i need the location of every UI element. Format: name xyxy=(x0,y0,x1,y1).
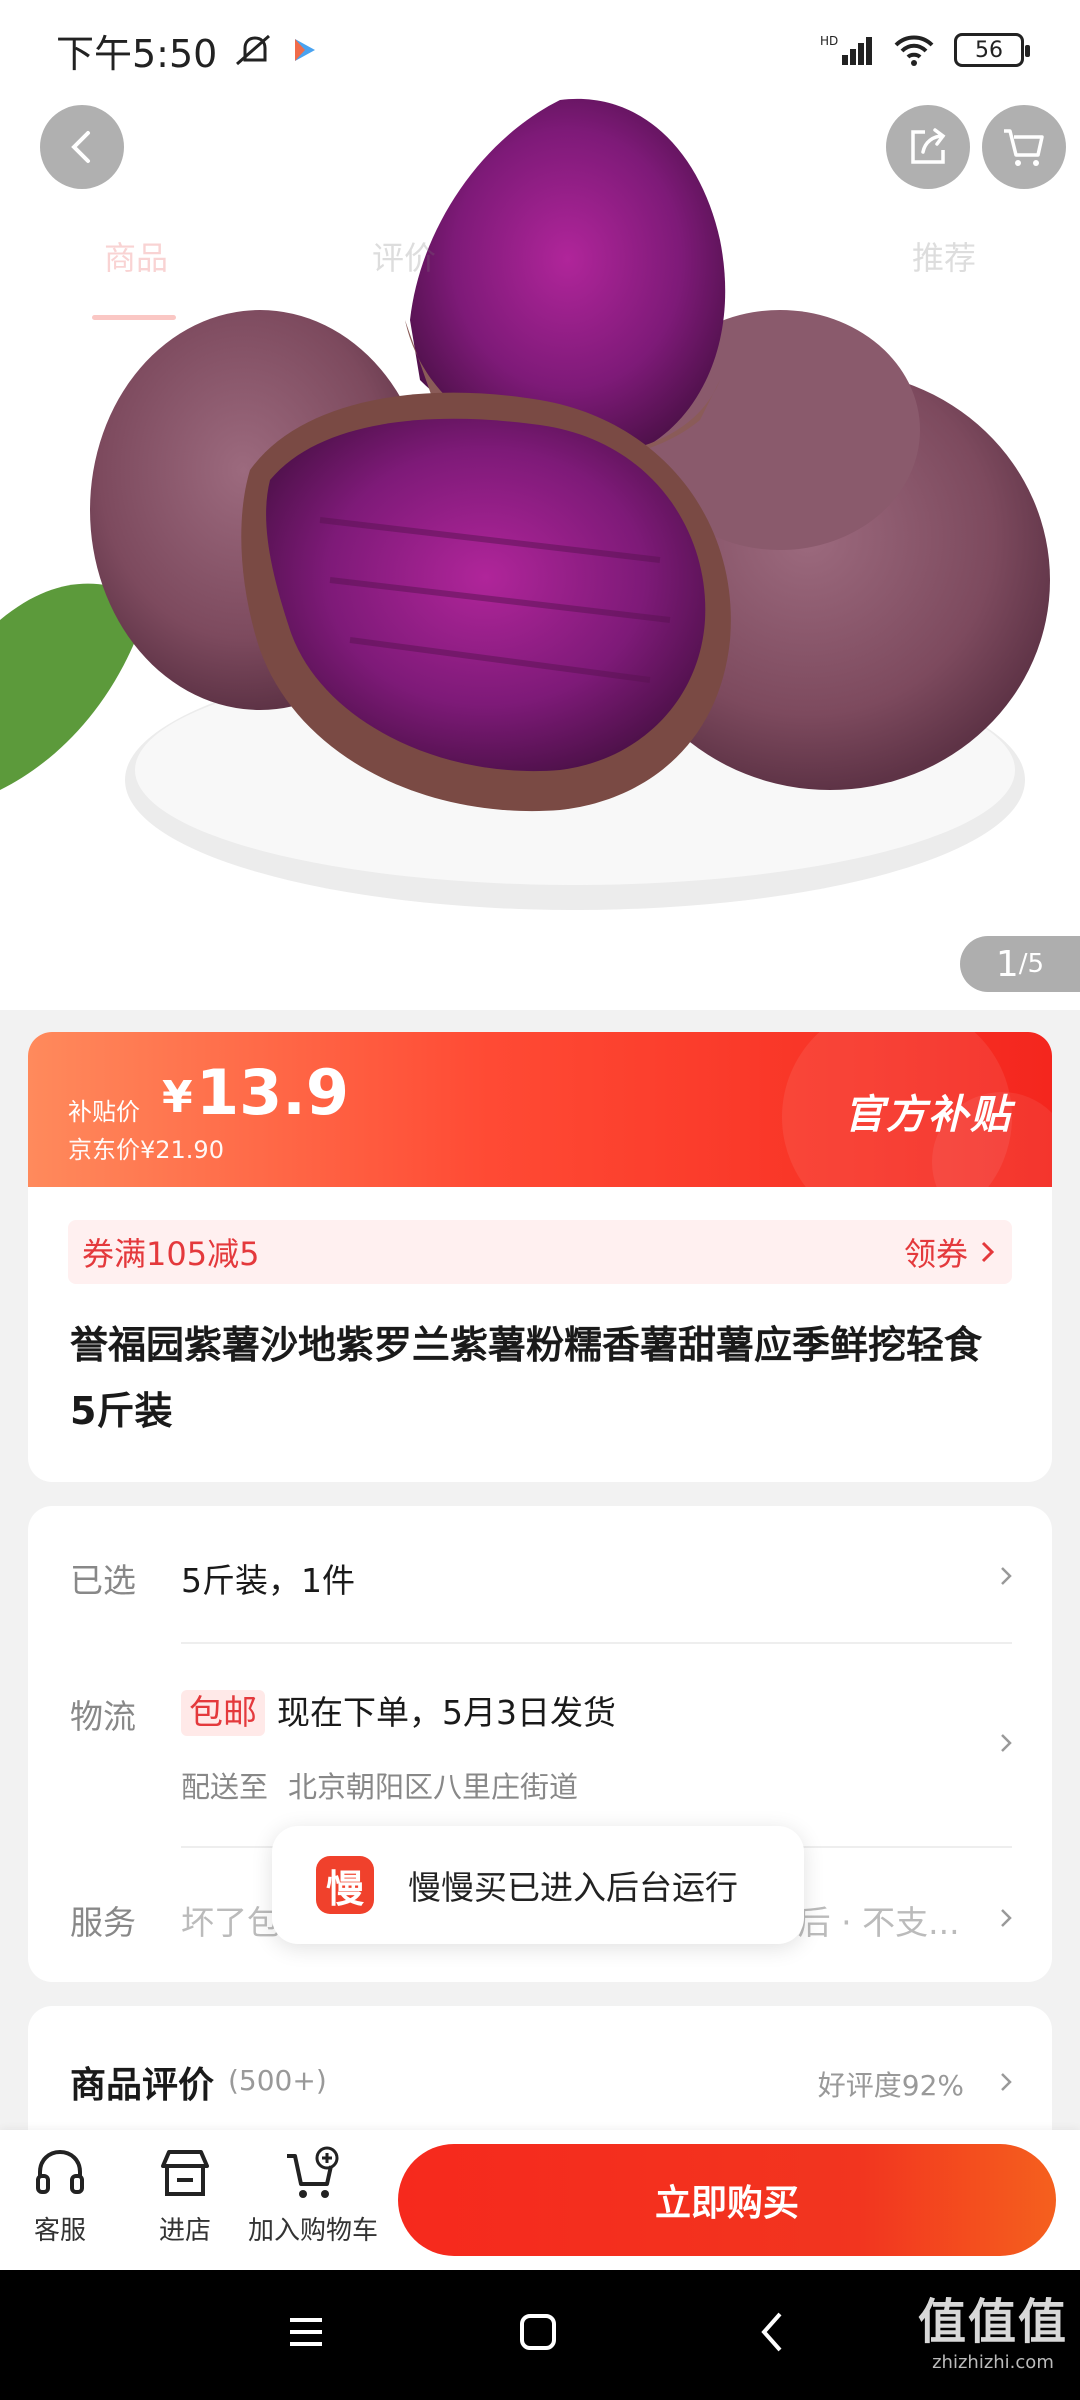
menu-icon[interactable] xyxy=(282,2308,330,2356)
tab-reviews[interactable]: 评价 xyxy=(372,233,436,279)
selected-value: 5斤装，1件 xyxy=(181,1561,355,1600)
store-icon xyxy=(161,2150,209,2196)
service-label: 服务 xyxy=(70,1903,136,1942)
status-time: 下午5:50 xyxy=(56,31,218,76)
chevron-right-icon xyxy=(1001,2073,1012,2091)
manmanmai-app-icon: 慢 xyxy=(316,1856,374,1914)
wifi-icon xyxy=(894,35,934,66)
chevron-right-icon xyxy=(1001,1734,1012,1752)
headset-icon xyxy=(36,2149,84,2194)
get-coupon-label: 领券 xyxy=(903,1235,968,1273)
product-image-carousel[interactable]: 商品 评价 推荐 1/5 xyxy=(0,0,1080,1010)
price-label: 补贴价 xyxy=(68,1098,140,1126)
chevron-left-icon xyxy=(71,131,90,163)
battery-level: 56 xyxy=(975,37,1003,63)
price-currency: ¥ xyxy=(162,1072,193,1123)
battery-icon: 56 xyxy=(954,33,1030,67)
positive-rate: 好评度92% xyxy=(817,2069,964,2102)
reviews-title: 商品评价 xyxy=(70,2065,215,2106)
buy-now-button[interactable]: 立即购买 xyxy=(398,2144,1056,2256)
home-icon[interactable] xyxy=(514,2308,562,2356)
price-value: 13.9 xyxy=(196,1056,349,1129)
free-shipping-badge: 包邮 xyxy=(181,1690,265,1736)
selected-label: 已选 xyxy=(70,1561,136,1600)
cart-icon xyxy=(1004,129,1044,166)
add-cart-icon xyxy=(287,2146,339,2198)
add-to-cart-button[interactable]: 加入购物车 xyxy=(248,2144,378,2247)
chevron-right-icon xyxy=(1001,1909,1012,1927)
status-bar: 下午5:50 HD 56 xyxy=(0,0,1080,100)
deliver-address: 北京朝阳区八里庄街道 xyxy=(288,1770,579,1804)
tab-product[interactable]: 商品 xyxy=(104,233,168,279)
network-type: HD xyxy=(820,34,838,48)
customer-service-label: 客服 xyxy=(33,2216,86,2246)
system-navigation-bar: 值值值 zhizhizhi.com xyxy=(0,2270,1080,2400)
toast-text: 慢慢买已进入后台运行 xyxy=(408,1868,738,1907)
coupon-bar[interactable]: 券满105减5 领券 xyxy=(68,1220,1012,1284)
coupon-text: 券满105减5 xyxy=(82,1235,260,1273)
store-button[interactable]: 进店 xyxy=(155,2144,215,2247)
deliver-prefix: 配送至 xyxy=(181,1770,269,1804)
shipping-label: 物流 xyxy=(70,1697,136,1736)
image-counter-current: 1 xyxy=(995,943,1019,985)
watermark-text: 值值值 xyxy=(917,2294,1068,2350)
chevron-right-icon xyxy=(981,1241,995,1263)
official-subsidy-badge: 官方补贴 xyxy=(844,1092,1012,1138)
deliver-to: 配送至 北京朝阳区八里庄街道 xyxy=(181,1764,578,1806)
image-counter: 1/5 xyxy=(960,936,1080,992)
background-running-toast: 慢 慢慢买已进入后台运行 xyxy=(272,1826,804,1944)
mute-icon xyxy=(236,34,271,66)
get-coupon-button[interactable]: 领券 xyxy=(904,1229,998,1275)
share-icon xyxy=(911,128,946,164)
back-button[interactable] xyxy=(40,105,124,189)
store-label: 进店 xyxy=(158,2216,211,2246)
tab-indicator xyxy=(92,315,176,320)
back-icon[interactable] xyxy=(750,2308,798,2356)
price-card: 补贴价 ¥ 13.9 京东价¥21.90 官方补贴 券满105减5 领券 誉福园… xyxy=(28,1032,1052,1482)
customer-service-button[interactable]: 客服 xyxy=(30,2144,90,2247)
tab-recommend[interactable]: 推荐 xyxy=(912,233,976,279)
shipping-text: 现在下单，5月3日发货 xyxy=(277,1693,616,1732)
play-store-icon xyxy=(295,39,316,61)
product-title: 誉福园紫薯沙地紫罗兰紫薯粉糯香薯甜薯应季鲜挖轻食 5斤装 xyxy=(70,1323,983,1433)
image-counter-total: /5 xyxy=(1018,949,1045,979)
cart-button[interactable] xyxy=(982,105,1066,189)
shipping-info: 包邮 现在下单，5月3日发货 xyxy=(181,1686,616,1736)
bottom-action-bar: 客服 进店 加入购物车 立即购买 xyxy=(0,2130,1080,2270)
watermark: 值值值 zhizhizhi.com xyxy=(918,2282,1068,2373)
chevron-right-icon xyxy=(1001,1567,1012,1585)
watermark-url: zhizhizhi.com xyxy=(932,2352,1054,2373)
share-button[interactable] xyxy=(886,105,970,189)
signal-icon: HD xyxy=(820,34,872,65)
section-tabs: 商品 评价 推荐 xyxy=(0,225,1080,320)
add-to-cart-label: 加入购物车 xyxy=(248,2216,379,2246)
original-price: 京东价¥21.90 xyxy=(68,1136,224,1164)
reviews-count: (500+) xyxy=(228,2064,327,2097)
price-banner: 补贴价 ¥ 13.9 京东价¥21.90 官方补贴 xyxy=(28,1032,1052,1187)
